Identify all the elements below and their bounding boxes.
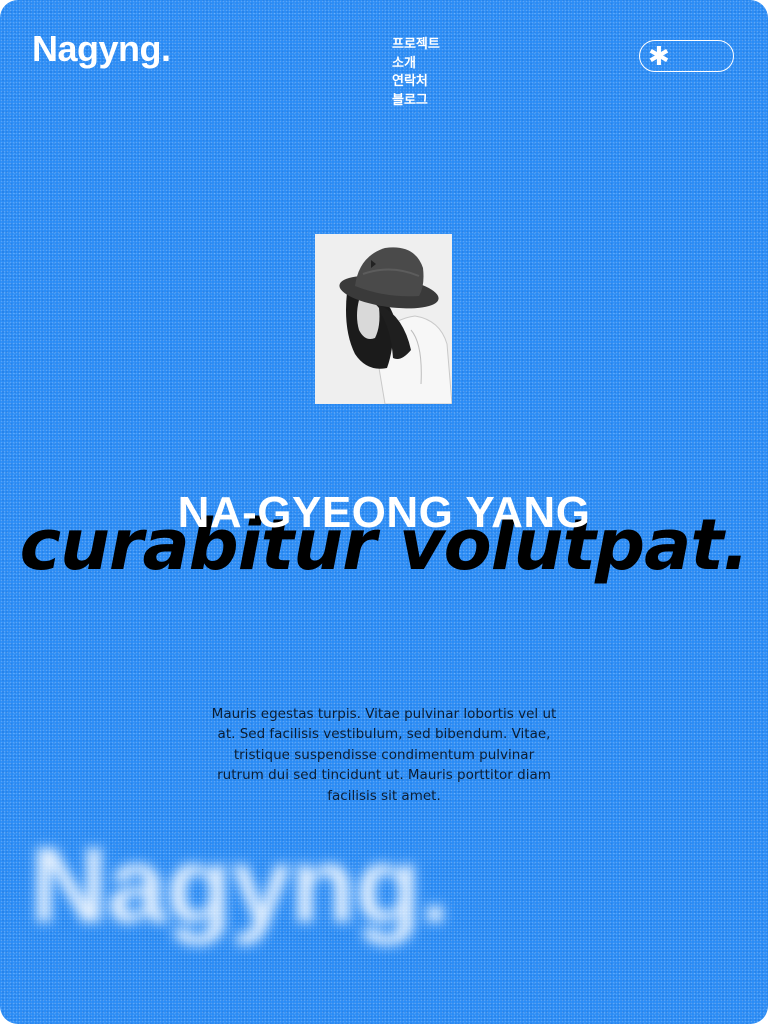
footer-blurred-logo: Nagyng. bbox=[30, 824, 450, 945]
page-frame: Nagyng. 프로젝트 소개 연락처 블로그 ✱ curabitur volu… bbox=[0, 0, 768, 1024]
nav-item-contact[interactable]: 연락처 bbox=[392, 73, 440, 92]
nav-item-blog[interactable]: 블로그 bbox=[392, 92, 440, 111]
menu-toggle-button[interactable]: ✱ bbox=[639, 40, 734, 72]
hero-name: NA-GYEONG YANG bbox=[177, 488, 591, 537]
main-nav: 프로젝트 소개 연락처 블로그 bbox=[392, 36, 440, 110]
nav-item-projects[interactable]: 프로젝트 bbox=[392, 36, 440, 55]
nav-item-about[interactable]: 소개 bbox=[392, 55, 440, 74]
asterisk-icon: ✱ bbox=[648, 42, 670, 72]
hero-description: Mauris egestas turpis. Vitae pulvinar lo… bbox=[211, 705, 557, 804]
portrait-photo bbox=[315, 234, 452, 404]
brand-logo[interactable]: Nagyng. bbox=[32, 28, 171, 70]
